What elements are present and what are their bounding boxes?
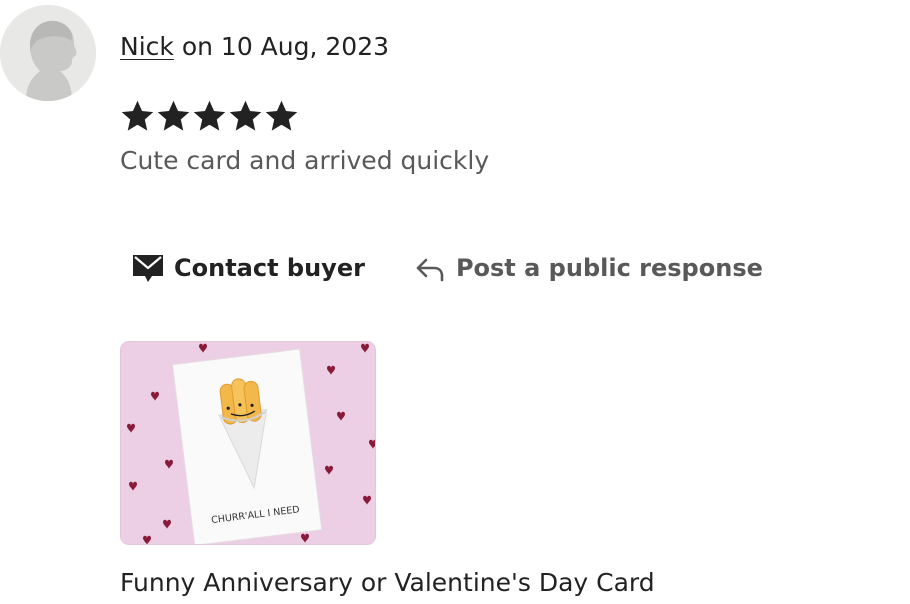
contact-buyer-button[interactable]: Contact buyer: [132, 253, 365, 283]
star-icon: [265, 100, 298, 131]
avatar[interactable]: [0, 5, 96, 101]
post-public-response-label: Post a public response: [455, 254, 763, 282]
review-actions: Contact buyer Post a public response: [132, 248, 763, 288]
greeting-card-image: CHURR'ALL I NEED: [121, 342, 375, 544]
review-card: Nick on 10 Aug, 2023 Cute card and arriv…: [0, 0, 910, 604]
greeting-card: CHURR'ALL I NEED: [171, 348, 323, 544]
reviewer-name-link[interactable]: Nick: [120, 32, 174, 61]
contact-buyer-label: Contact buyer: [174, 254, 365, 282]
default-user-avatar-icon: [0, 5, 96, 101]
star-icon: [121, 100, 154, 131]
review-text: Cute card and arrived quickly: [120, 146, 490, 175]
star-rating: [120, 96, 299, 136]
envelope-icon: [132, 253, 165, 283]
review-date: on 10 Aug, 2023: [181, 32, 390, 61]
reply-arrow-icon: [415, 254, 447, 282]
review-byline: Nick on 10 Aug, 2023: [120, 30, 389, 64]
star-icon: [157, 100, 190, 131]
product-thumbnail[interactable]: CHURR'ALL I NEED: [120, 341, 376, 545]
star-icon: [229, 100, 262, 131]
product-title-link[interactable]: Funny Anniversary or Valentine's Day Car…: [120, 566, 655, 600]
post-public-response-button[interactable]: Post a public response: [415, 254, 763, 282]
star-icon: [193, 100, 226, 131]
